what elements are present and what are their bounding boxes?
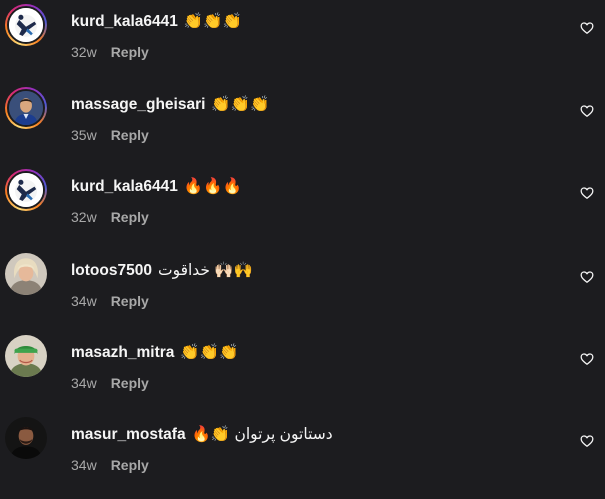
comment-username[interactable]: kurd_kala6441	[71, 13, 178, 30]
heart-outline-icon	[580, 271, 594, 283]
avatar[interactable]	[5, 253, 47, 295]
reply-button[interactable]: Reply	[111, 209, 149, 225]
comment-list: kurd_kala6441 👏👏👏 32w Reply massage_gheisa…	[0, 0, 605, 473]
like-button[interactable]	[580, 270, 594, 284]
comment-timestamp[interactable]: 32w	[71, 44, 97, 60]
comment-username[interactable]: masur_mostafa	[71, 426, 186, 443]
comment-item: kurd_kala6441 🔥🔥🔥 32w Reply	[0, 169, 605, 251]
heart-outline-icon	[580, 353, 594, 365]
comment-item: lotoos7500 خداقوت 🙌🏻🙌 34w Reply	[0, 253, 605, 335]
comment-text: 🔥🔥🔥	[183, 178, 242, 195]
reply-button[interactable]: Reply	[111, 44, 149, 60]
comment-text: 👏👏👏	[183, 13, 242, 30]
comment-text: 👏👏👏	[180, 344, 239, 361]
fighter-logo-icon	[9, 8, 43, 42]
avatar[interactable]	[5, 169, 47, 211]
like-button[interactable]	[580, 352, 594, 366]
like-button[interactable]	[580, 434, 594, 448]
comment-item: masazh_mitra 👏👏👏 34w Reply	[0, 335, 605, 417]
comment-item: kurd_kala6441 👏👏👏 32w Reply	[0, 4, 605, 86]
fighter-logo-icon	[9, 173, 43, 207]
reply-button[interactable]: Reply	[111, 293, 149, 309]
heart-outline-icon	[580, 105, 594, 117]
comment-text: 🔥👏 دستاتون پرتوان	[191, 426, 333, 443]
reply-button[interactable]: Reply	[111, 375, 149, 391]
comment-username[interactable]: masazh_mitra	[71, 344, 174, 361]
comment-username[interactable]: lotoos7500	[71, 262, 152, 279]
reply-button[interactable]: Reply	[111, 457, 149, 473]
comment-timestamp[interactable]: 34w	[71, 375, 97, 391]
avatar[interactable]	[5, 87, 47, 129]
profile-photo-man-blue-shirt	[9, 91, 43, 125]
profile-photo-woman-green-scarf	[5, 335, 47, 377]
like-button[interactable]	[580, 104, 594, 118]
avatar[interactable]	[5, 4, 47, 46]
profile-photo-man-dark	[5, 417, 47, 459]
like-button[interactable]	[580, 186, 594, 200]
avatar[interactable]	[5, 417, 47, 459]
comment-item: masur_mostafa 🔥👏 دستاتون پرتوان 34w Reply	[0, 417, 605, 499]
comment-text: 👏👏👏	[211, 96, 270, 113]
comment-text: خداقوت 🙌🏻🙌	[157, 262, 253, 279]
comment-username[interactable]: kurd_kala6441	[71, 178, 178, 195]
comment-username[interactable]: massage_gheisari	[71, 96, 205, 113]
reply-button[interactable]: Reply	[111, 127, 149, 143]
comment-timestamp[interactable]: 32w	[71, 209, 97, 225]
like-button[interactable]	[580, 21, 594, 35]
comment-timestamp[interactable]: 34w	[71, 457, 97, 473]
heart-outline-icon	[580, 435, 594, 447]
comment-timestamp[interactable]: 34w	[71, 293, 97, 309]
comment-item: massage_gheisari 👏👏👏 35w Reply	[0, 87, 605, 169]
heart-outline-icon	[580, 187, 594, 199]
profile-photo-woman-blonde	[5, 253, 47, 295]
comment-timestamp[interactable]: 35w	[71, 127, 97, 143]
heart-outline-icon	[580, 22, 594, 34]
avatar[interactable]	[5, 335, 47, 377]
